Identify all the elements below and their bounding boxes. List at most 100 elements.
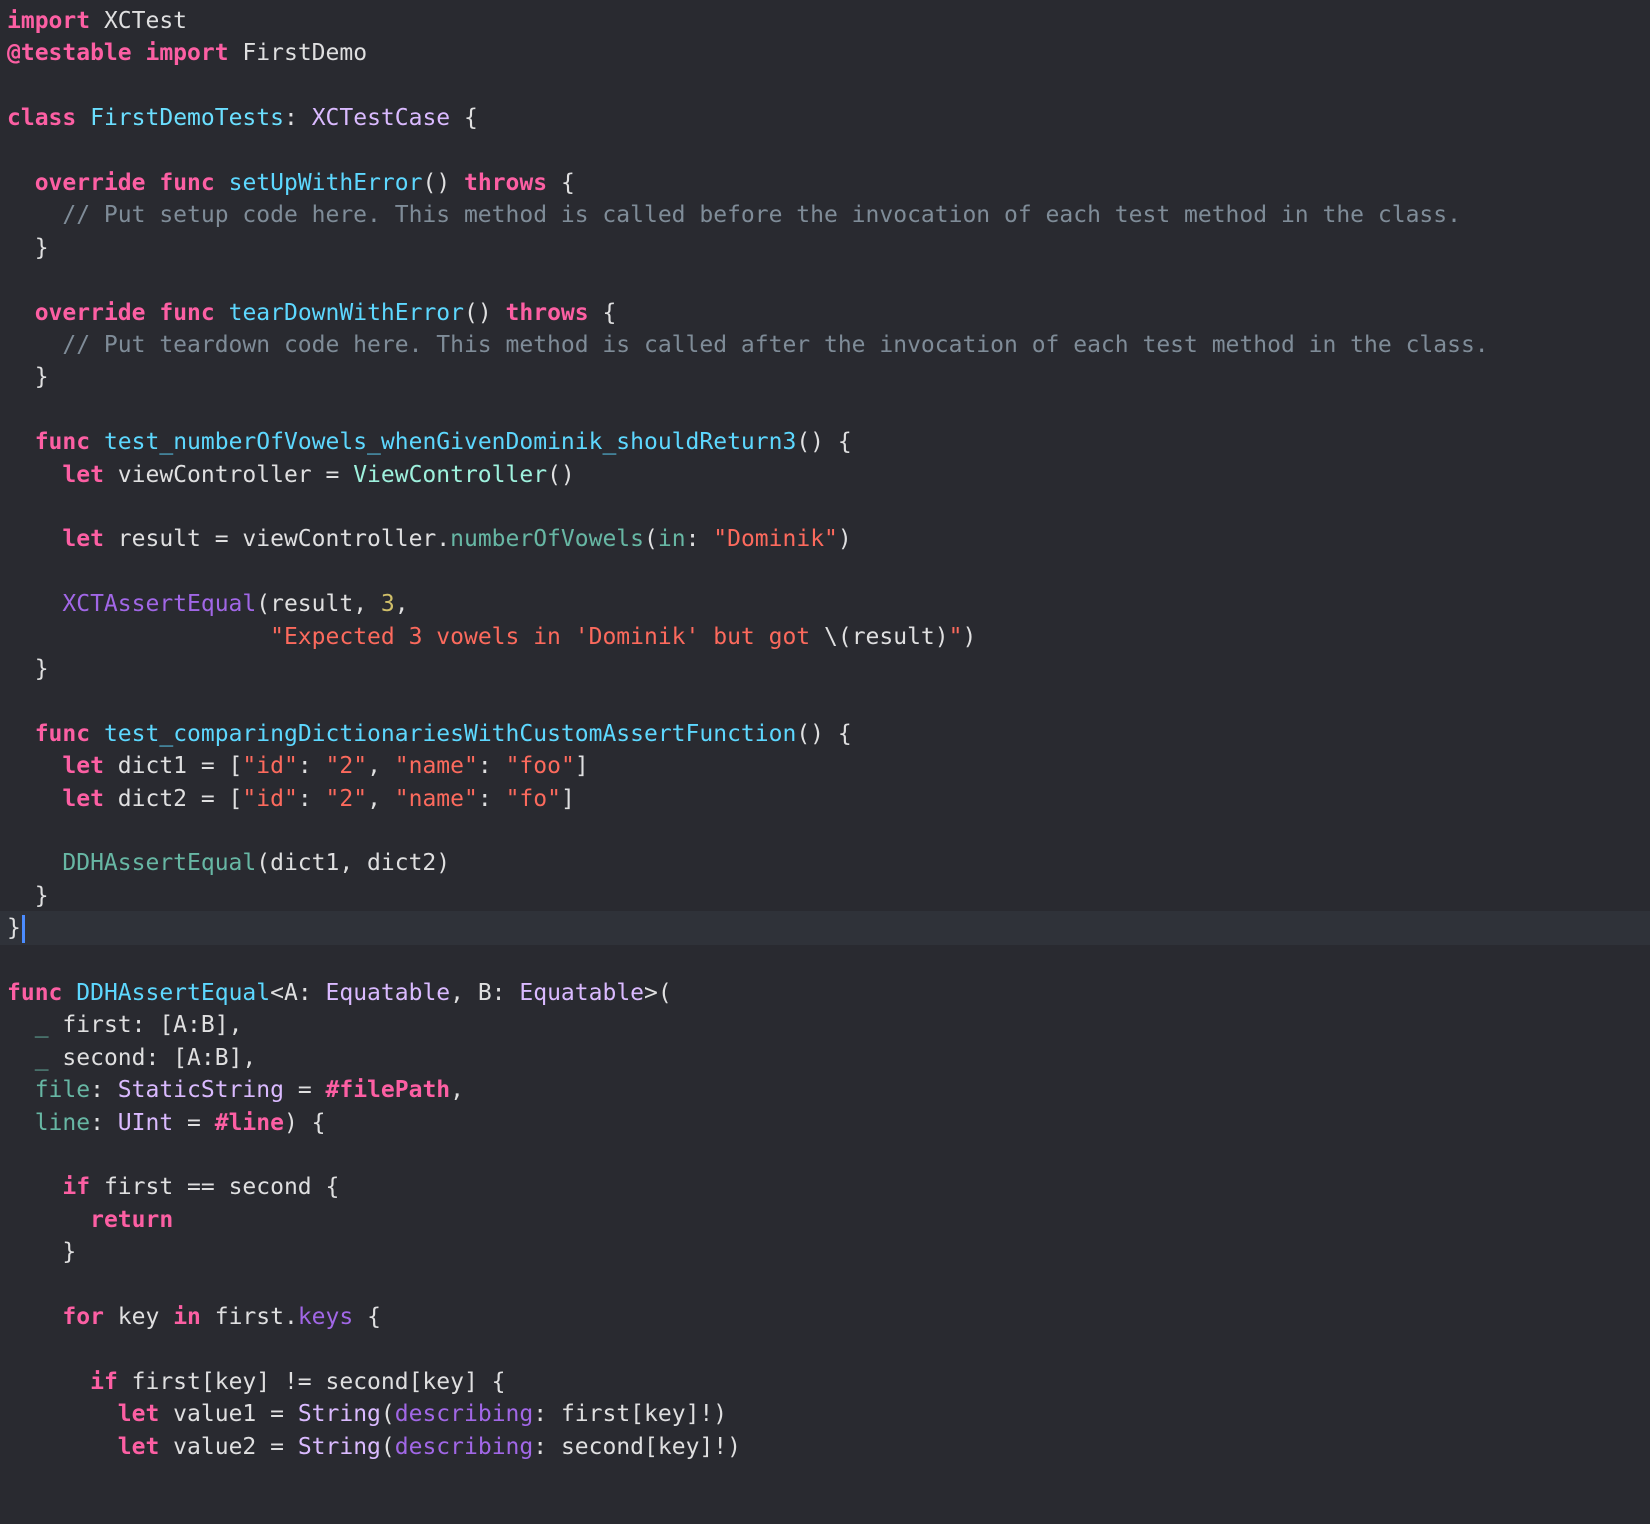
code-token: ( [380,1433,395,1460]
code-token: } [7,915,21,942]
code-token: ( [644,526,658,553]
code-line[interactable] [0,684,1650,718]
code-line[interactable] [0,814,1650,848]
code-line[interactable]: let result = viewController.numberOfVowe… [0,522,1650,556]
code-token: : [297,785,326,812]
code-token: "Expected 3 vowels in 'Dominik' but got [270,623,824,650]
code-line[interactable] [0,134,1650,168]
code-line[interactable] [0,263,1650,297]
code-line[interactable]: let value2 = String(describing: second[k… [0,1430,1650,1464]
code-line[interactable]: if first == second { [0,1170,1650,1204]
code-line[interactable] [0,944,1650,978]
code-line[interactable] [0,1138,1650,1172]
code-line[interactable]: override func tearDownWithError() throws… [0,296,1650,330]
code-line[interactable]: } [0,652,1650,686]
code-token: let [62,526,104,553]
code-line[interactable]: // Put teardown code here. This method i… [0,328,1650,362]
code-line[interactable]: class FirstDemoTests: XCTestCase { [0,101,1650,135]
code-line[interactable]: let dict1 = ["id": "2", "name": "foo"] [0,749,1650,783]
code-token: func [34,720,91,747]
code-token: for [62,1304,104,1330]
code-token: throws [464,170,548,196]
code-line[interactable]: func test_comparingDictionariesWithCusto… [0,717,1650,751]
code-token: test_comparingDictionariesWithCustomAsse… [103,720,797,747]
code-line[interactable]: _ second: [A:B], [0,1041,1650,1075]
code-token: _ [34,1044,49,1071]
code-editor[interactable]: import XCTest @testable import FirstDemo c… [0,0,1650,1524]
code-line[interactable] [0,490,1650,524]
code-line[interactable]: return [0,1203,1650,1237]
code-line[interactable]: XCTAssertEqual(result, 3, [0,587,1650,621]
code-token: , [394,591,409,618]
code-line[interactable]: func DDHAssertEqual<A: Equatable, B: Equ… [0,976,1650,1010]
code-token: "Dominik" [713,526,838,553]
code-line[interactable]: } [0,231,1650,265]
code-token: "id" [242,785,298,812]
code-token: Equatable [325,980,451,1006]
code-token: } [7,656,49,682]
code-line[interactable]: "Expected 3 vowels in 'Dominik' but got … [0,620,1650,654]
code-line[interactable]: } [0,360,1650,394]
code-token: in [657,526,686,553]
code-line[interactable] [0,1268,1650,1302]
code-line[interactable]: } [0,911,1650,946]
code-token: _ [34,1012,49,1039]
code-line[interactable]: override func setUpWithError() throws { [0,166,1650,200]
code-token: \(result) [824,623,949,650]
code-token: { [547,170,575,196]
code-token: import [7,8,91,34]
code-token: viewController = [103,461,354,488]
code-token: 3 [380,591,395,618]
code-line[interactable] [0,555,1650,589]
code-line[interactable] [0,1332,1650,1366]
code-line[interactable]: // Put setup code here. This method is c… [0,198,1650,232]
code-line[interactable] [0,393,1650,427]
code-line[interactable]: let dict2 = ["id": "2", "name": "fo"] [0,782,1650,816]
code-line[interactable]: func test_numberOfVowels_whenGivenDomini… [0,425,1650,459]
code-line[interactable]: _ first: [A:B], [0,1008,1650,1042]
code-token: } [7,882,49,909]
code-line[interactable]: line: UInt = #line) { [0,1106,1650,1140]
code-token: : [297,753,326,780]
code-token: line [34,1109,91,1136]
code-token: override [34,299,146,326]
code-line[interactable]: let viewController = ViewController() [0,458,1650,492]
code-token: tearDownWithError [228,299,464,326]
code-token: import [145,40,229,67]
code-line[interactable]: import XCTest [0,4,1650,38]
code-line[interactable]: } [0,879,1650,913]
code-line[interactable]: DDHAssertEqual(dict1, dict2) [0,846,1650,880]
code-token: let [62,461,104,488]
code-token: "2" [325,753,368,780]
code-line[interactable]: for key in first.keys { [0,1300,1650,1334]
code-token: first == second { [90,1174,340,1201]
code-token: override [34,170,146,196]
code-token: dict2 = [ [103,785,243,812]
code-token: StaticString [117,1077,284,1104]
code-line[interactable]: file: StaticString = #filePath, [0,1073,1650,1107]
code-token: file [34,1077,91,1104]
code-line[interactable] [0,69,1650,103]
code-line[interactable]: let value1 = String(describing: first[ke… [0,1397,1650,1431]
code-line[interactable]: @testable import FirstDemo [0,36,1650,70]
code-token: key [103,1304,174,1330]
code-token: , [367,753,395,780]
code-token: () { [796,720,852,747]
code-line[interactable]: } [0,1235,1650,1269]
code-line[interactable]: if first[key] != second[key] { [0,1365,1650,1399]
code-token: <A: [270,980,326,1006]
code-token: #filePath [325,1077,451,1104]
code-token: numberOfVowels [450,526,644,553]
